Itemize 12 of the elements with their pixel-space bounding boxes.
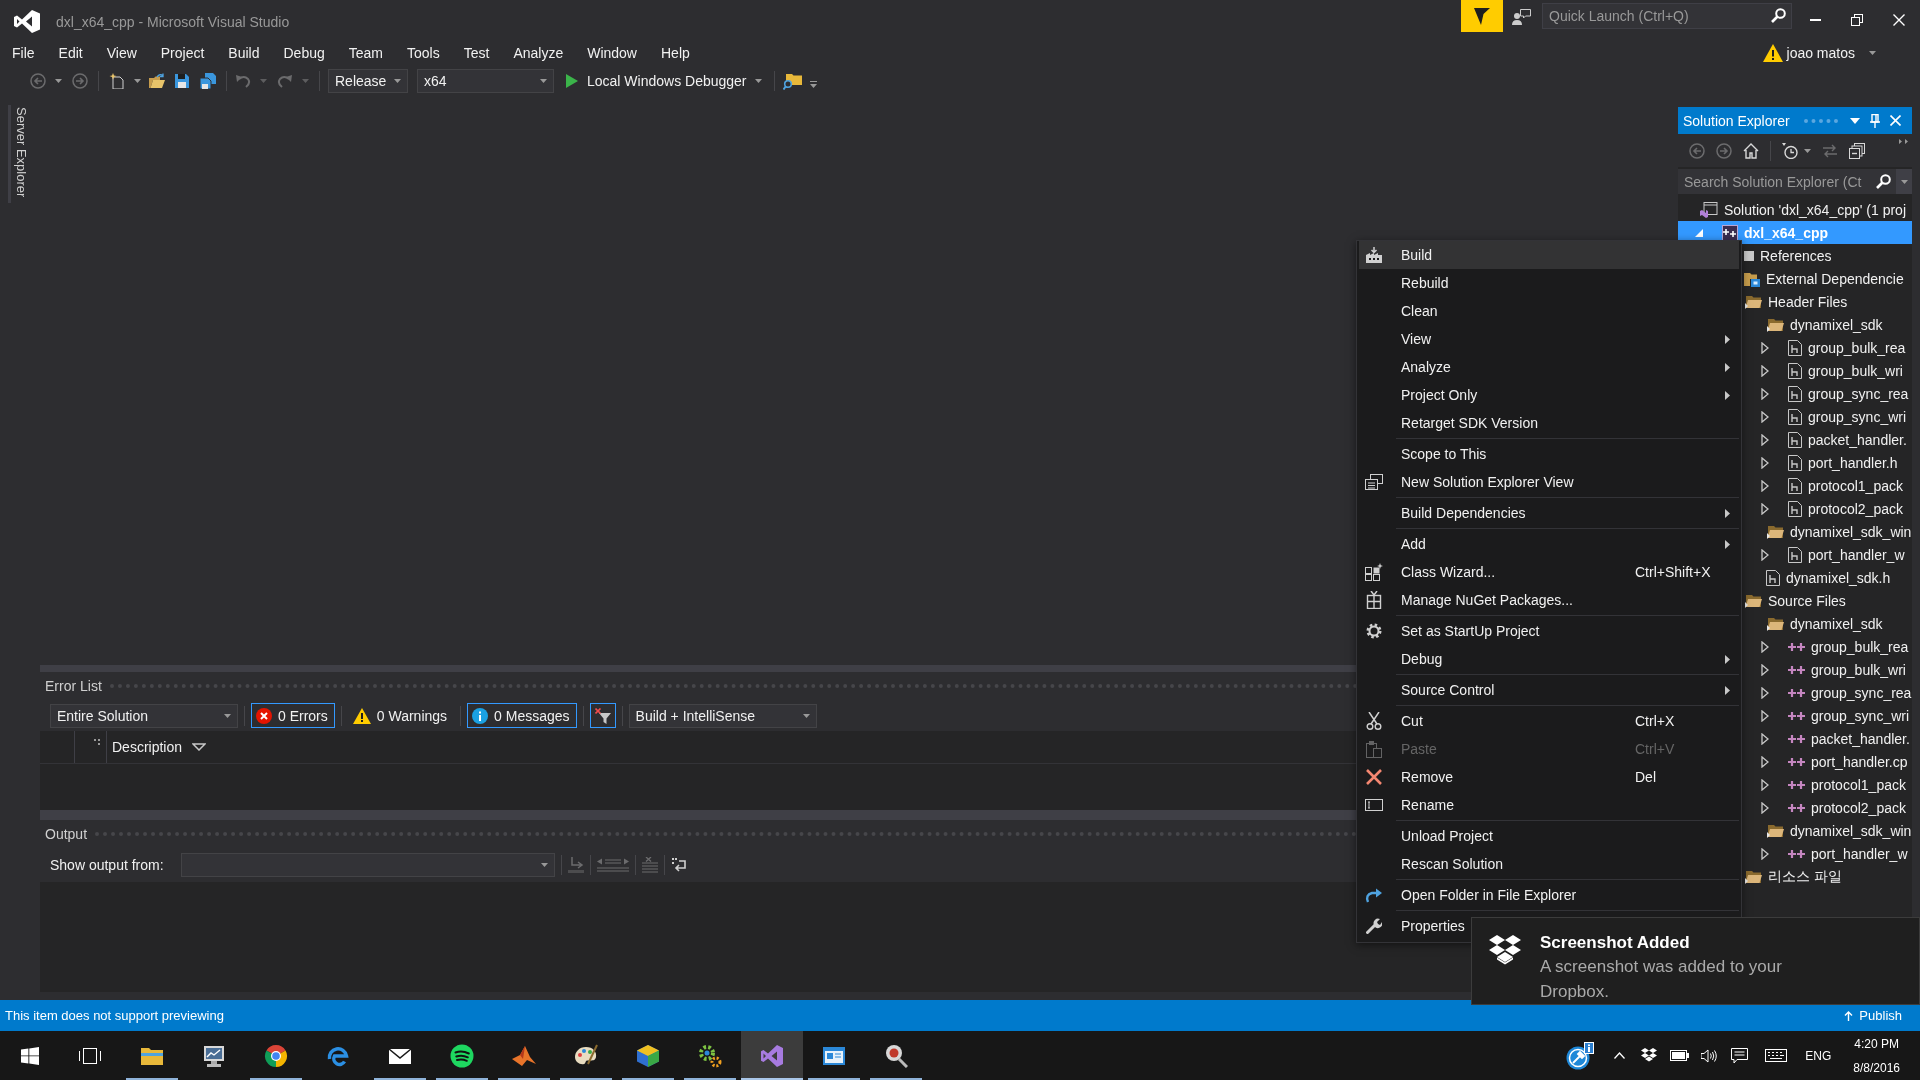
status-message: This item does not support previewing — [5, 1008, 224, 1023]
window-title: dxl_x64_cpp - Microsoft Visual Studio — [56, 13, 290, 31]
panel-title: Error List — [45, 678, 102, 694]
notification-message: A screenshot was added to your Dropbox. — [1540, 956, 1783, 1003]
menu-shortcut: Ctrl+V — [1635, 741, 1676, 757]
notification-title: Screenshot Added — [1540, 932, 1691, 954]
field-label: Show output from: — [50, 857, 165, 873]
panel-title: Output — [45, 826, 88, 842]
menu-shortcut: Ctrl+X — [1635, 713, 1676, 729]
menu-shortcut: Ctrl+Shift+X — [1635, 564, 1712, 580]
menu-shortcut: Del — [1635, 769, 1657, 785]
panel-title: Solution Explorer — [1683, 112, 1790, 129]
